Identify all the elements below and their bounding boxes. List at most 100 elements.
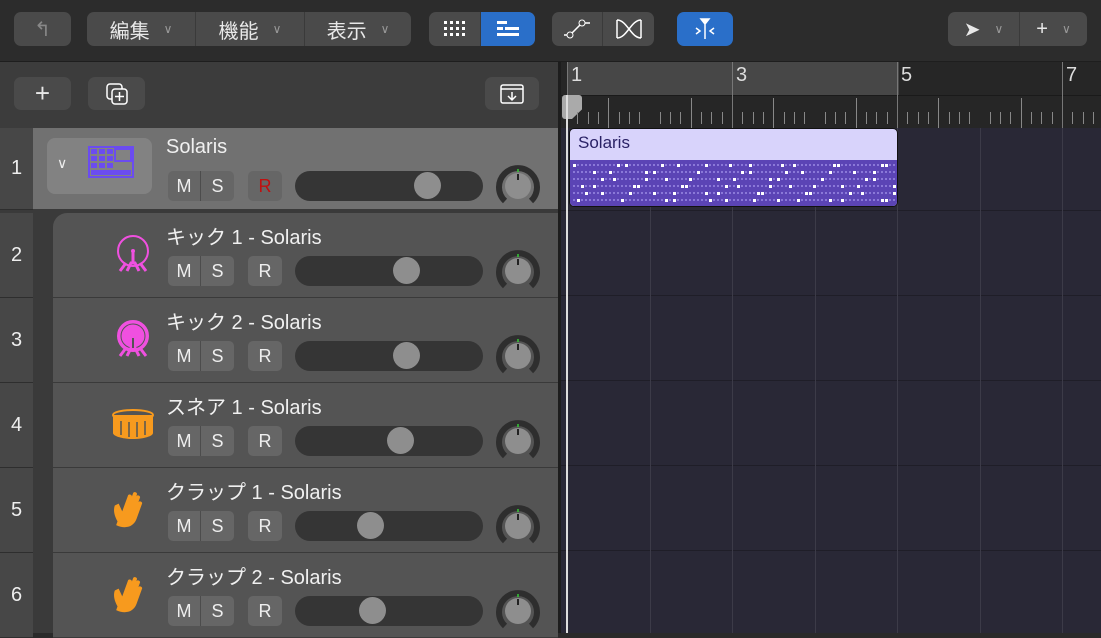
back-button[interactable]: ↰ xyxy=(14,12,71,46)
pattern-step xyxy=(805,192,808,195)
crossfade-button[interactable] xyxy=(603,12,654,46)
secondary-tool-menu[interactable]: + ∨ xyxy=(1020,12,1087,46)
bar-number: 5 xyxy=(901,64,913,86)
pattern-step xyxy=(813,171,815,173)
menu-edit[interactable]: 編集 ∨ xyxy=(87,12,196,46)
volume-fader[interactable] xyxy=(295,256,483,286)
midi-region[interactable]: Solaris xyxy=(569,128,898,207)
track-name[interactable]: スネア 1 - Solaris xyxy=(166,391,322,420)
pattern-step xyxy=(581,185,584,188)
ruler-tick xyxy=(989,112,991,124)
cycle-region[interactable] xyxy=(567,62,899,95)
add-track-button[interactable]: + xyxy=(14,77,71,110)
solo-button[interactable]: S xyxy=(201,256,234,286)
volume-fader[interactable] xyxy=(295,171,483,201)
mute-button[interactable]: M xyxy=(168,171,201,201)
pattern-step xyxy=(781,199,783,201)
mute-button[interactable]: M xyxy=(168,341,201,371)
pattern-step xyxy=(757,185,759,187)
track-header[interactable]: スネア 1 - Solaris MS R xyxy=(53,383,558,468)
volume-fader[interactable] xyxy=(295,511,483,541)
pattern-step xyxy=(893,171,895,173)
record-enable-button[interactable]: R xyxy=(248,341,282,371)
mute-button[interactable]: M xyxy=(168,511,201,541)
volume-fader-knob[interactable] xyxy=(357,512,385,539)
track-header[interactable]: キック 2 - Solaris MS R xyxy=(53,298,558,383)
pan-knob[interactable] xyxy=(496,249,540,293)
track-name[interactable]: クラップ 2 - Solaris xyxy=(166,561,342,590)
volume-fader[interactable] xyxy=(295,596,483,626)
mute-solo-group: MS xyxy=(168,256,234,286)
pattern-step xyxy=(829,199,832,202)
kick-drum-filled-icon xyxy=(108,316,158,366)
mute-button[interactable]: M xyxy=(168,256,201,286)
pattern-step xyxy=(825,185,827,187)
track-header[interactable]: クラップ 2 - Solaris MS R xyxy=(53,553,558,638)
lane-divider xyxy=(561,295,1101,296)
list-view-button[interactable] xyxy=(481,12,535,46)
ruler[interactable]: 1 3 5 7 xyxy=(558,62,1101,128)
solo-button[interactable]: S xyxy=(201,596,234,626)
mute-button[interactable]: M xyxy=(168,426,201,456)
track-name[interactable]: クラップ 1 - Solaris xyxy=(166,476,342,505)
pattern-step xyxy=(773,192,775,194)
pattern-step xyxy=(709,192,711,194)
playhead-handle[interactable] xyxy=(562,95,582,119)
grid-view-button[interactable] xyxy=(429,12,481,46)
pan-knob[interactable] xyxy=(496,334,540,378)
pattern-step xyxy=(621,192,623,194)
pattern-step xyxy=(629,199,631,201)
track-name[interactable]: キック 1 - Solaris xyxy=(166,221,322,250)
pattern-step xyxy=(649,185,651,187)
solo-button[interactable]: S xyxy=(201,511,234,541)
record-enable-button[interactable]: R xyxy=(248,596,282,626)
track-icon-button[interactable]: ∨ xyxy=(47,138,152,194)
pattern-step xyxy=(793,164,796,167)
track-name[interactable]: キック 2 - Solaris xyxy=(166,306,322,335)
pattern-step xyxy=(593,192,595,194)
pattern-step xyxy=(573,192,575,194)
volume-fader-knob[interactable] xyxy=(392,342,420,369)
volume-fader-knob[interactable] xyxy=(392,257,420,284)
download-button[interactable] xyxy=(485,77,539,110)
volume-fader-knob[interactable] xyxy=(413,172,441,199)
menu-view[interactable]: 表示 ∨ xyxy=(305,12,411,46)
arrange-area[interactable]: Solaris xyxy=(558,128,1101,633)
pan-knob[interactable] xyxy=(496,504,540,548)
ruler-tick xyxy=(639,112,641,124)
record-enable-button[interactable]: R xyxy=(248,426,282,456)
volume-fader-knob[interactable] xyxy=(387,427,415,454)
menu-functions[interactable]: 機能 ∨ xyxy=(196,12,305,46)
pattern-step xyxy=(573,178,575,180)
pointer-tool-menu[interactable]: ➤ ∨ xyxy=(948,12,1020,46)
pattern-step xyxy=(805,171,807,173)
ruler-tick xyxy=(659,112,661,124)
pan-knob[interactable] xyxy=(496,419,540,463)
track-header[interactable]: ∨ Solaris MS R xyxy=(33,128,558,210)
pan-knob[interactable] xyxy=(496,164,540,208)
chevron-down-icon[interactable]: ∨ xyxy=(57,155,67,172)
volume-fader[interactable] xyxy=(295,426,483,456)
pattern-step xyxy=(785,178,787,180)
volume-fader-knob[interactable] xyxy=(359,597,387,624)
solo-button[interactable]: S xyxy=(201,426,234,456)
solo-button[interactable]: S xyxy=(201,171,234,201)
track-header[interactable]: キック 1 - Solaris MS R xyxy=(53,213,558,298)
snap-button[interactable] xyxy=(677,12,733,46)
record-enable-button[interactable]: R xyxy=(248,171,282,201)
pattern-step xyxy=(797,199,800,202)
pattern-step xyxy=(677,185,679,187)
track-name[interactable]: Solaris xyxy=(166,136,227,159)
track-header[interactable]: クラップ 1 - Solaris MS R xyxy=(53,468,558,553)
record-enable-button[interactable]: R xyxy=(248,511,282,541)
solo-button[interactable]: S xyxy=(201,341,234,371)
mute-button[interactable]: M xyxy=(168,596,201,626)
pattern-step xyxy=(661,199,663,201)
playhead[interactable] xyxy=(566,95,568,633)
duplicate-track-button[interactable] xyxy=(88,77,145,110)
pattern-step xyxy=(637,178,639,180)
volume-fader[interactable] xyxy=(295,341,483,371)
record-enable-button[interactable]: R xyxy=(248,256,282,286)
automation-button[interactable] xyxy=(552,12,603,46)
pan-knob[interactable] xyxy=(496,589,540,633)
